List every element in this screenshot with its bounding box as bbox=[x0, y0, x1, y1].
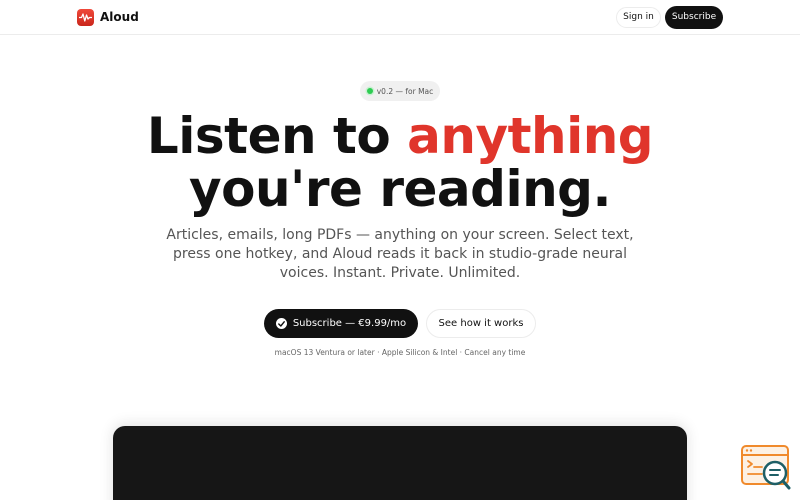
check-circle-icon bbox=[275, 318, 287, 329]
subscribe-button[interactable]: Subscribe bbox=[665, 6, 723, 29]
top-nav: Aloud Sign in Subscribe bbox=[0, 0, 800, 35]
version-badge-label: v0.2 — for Mac bbox=[376, 86, 434, 96]
headline-accent: anything bbox=[407, 107, 654, 165]
hero-headline: Listen to anything you're reading. bbox=[0, 110, 800, 216]
see-how-it-works-button[interactable]: See how it works bbox=[426, 309, 536, 338]
subscribe-cta-button[interactable]: Subscribe — €9.99/mo bbox=[264, 309, 418, 338]
waveform-icon[interactable] bbox=[77, 9, 94, 26]
version-badge: v0.2 — for Mac bbox=[360, 81, 440, 101]
status-dot-icon bbox=[366, 88, 373, 94]
headline-line2: you're reading. bbox=[189, 160, 611, 218]
brand-name[interactable]: Aloud bbox=[100, 9, 139, 26]
search-code-window-icon[interactable] bbox=[740, 444, 792, 492]
subscribe-cta-label: Subscribe — €9.99/mo bbox=[292, 318, 407, 329]
app-preview-panel bbox=[113, 426, 687, 500]
sign-in-button[interactable]: Sign in bbox=[616, 7, 661, 28]
requirements-fine-print: macOS 13 Ventura or later · Apple Silico… bbox=[274, 348, 526, 357]
hero-description: Articles, emails, long PDFs — anything o… bbox=[166, 227, 634, 281]
headline-plain: Listen to bbox=[146, 107, 408, 165]
